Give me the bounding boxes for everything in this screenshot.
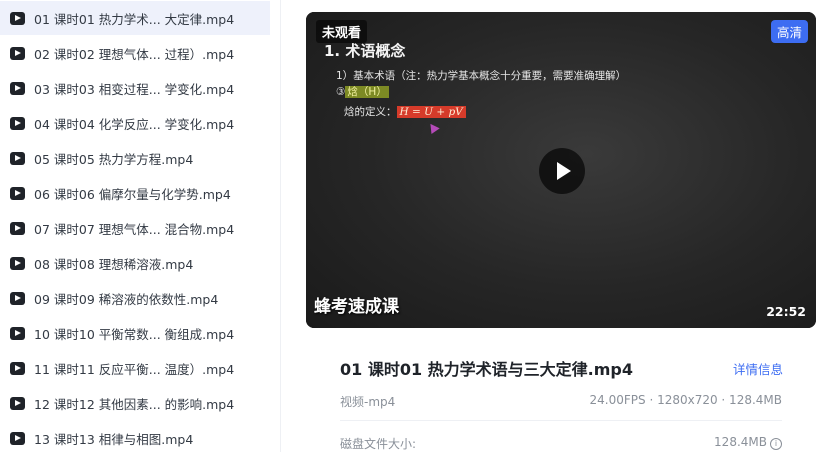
video-file-icon — [10, 221, 25, 235]
slide-item-number: ③ — [336, 86, 346, 98]
file-type: 视频-mp4 — [340, 395, 396, 409]
slide-definition-label: 焓的定义： — [344, 106, 397, 118]
details-link[interactable]: 详情信息 — [733, 359, 783, 378]
slide-formula: H = U + pV — [396, 106, 466, 118]
slide-text-item: ③ 焓（H） — [336, 84, 389, 99]
playlist-item-label: 09 课时09 稀溶液的依数性.mp4 — [34, 291, 219, 307]
playlist-sidebar: 01 课时01 热力学术... 大定律.mp4 02 课时02 理想气体... 过… — [0, 0, 281, 452]
playlist-item[interactable]: 06 课时06 偏摩尔量与化学势.mp4 — [0, 176, 270, 210]
video-file-icon — [10, 11, 25, 25]
playlist-item-label: 12 课时12 其他因素... 的影响.mp4 — [34, 396, 235, 412]
playlist-item-label: 10 课时10 平衡常数... 衡组成.mp4 — [34, 326, 235, 342]
file-meta: 24.00FPS · 1280x720 · 128.4MB — [589, 393, 782, 407]
playlist-item-label: 13 课时13 相律与相图.mp4 — [34, 431, 194, 447]
divider — [340, 420, 782, 421]
playlist-item[interactable]: 05 课时05 热力学方程.mp4 — [0, 141, 270, 175]
playlist-item-label: 11 课时11 反应平衡... 温度）.mp4 — [34, 361, 235, 377]
playlist-item[interactable]: 07 课时07 理想气体... 混合物.mp4 — [0, 211, 270, 245]
video-file-icon — [10, 256, 25, 270]
video-file-icon — [10, 46, 25, 60]
video-file-icon — [10, 396, 25, 410]
slide-text: 1）基本术语（注：热力学基本概念十分重要，需要准确理解） — [336, 70, 627, 82]
slide-highlight: 焓（H） — [345, 86, 389, 98]
video-watermark: 蜂考速成课 — [314, 297, 399, 317]
slide-definition: 焓的定义： H = U + pV — [344, 104, 466, 119]
video-file-icon — [10, 186, 25, 200]
playlist-item[interactable]: 12 课时12 其他因素... 的影响.mp4 — [0, 386, 270, 420]
video-file-icon — [10, 326, 25, 340]
disk-size-value: 128.4MB i — [714, 435, 782, 450]
playlist-item-label: 07 课时07 理想气体... 混合物.mp4 — [34, 221, 235, 237]
unwatched-badge: 未观看 — [316, 20, 368, 43]
playlist-item-label: 05 课时05 热力学方程.mp4 — [34, 151, 194, 167]
disk-size-text: 128.4MB — [714, 435, 767, 449]
video-file-icon — [10, 361, 25, 375]
video-file-icon — [10, 81, 25, 95]
playlist-item[interactable]: 10 课时10 平衡常数... 衡组成.mp4 — [0, 316, 270, 350]
playlist-item-label: 01 课时01 热力学术... 大定律.mp4 — [34, 11, 235, 27]
file-title: 01 课时01 热力学术语与三大定律.mp4 — [340, 360, 634, 379]
video-file-icon — [10, 431, 25, 445]
playlist-item-label: 03 课时03 相变过程... 学变化.mp4 — [34, 81, 235, 97]
playlist-item[interactable]: 02 课时02 理想气体... 过程）.mp4 — [0, 36, 270, 70]
playlist-item[interactable]: 04 课时04 化学反应... 学变化.mp4 — [0, 106, 270, 140]
playlist-item-label: 06 课时06 偏摩尔量与化学势.mp4 — [34, 186, 231, 202]
playlist-item[interactable]: 03 课时03 相变过程... 学变化.mp4 — [0, 71, 270, 105]
video-file-icon — [10, 116, 25, 130]
playlist-item-label: 08 课时08 理想稀溶液.mp4 — [34, 256, 194, 272]
playlist-item-label: 02 课时02 理想气体... 过程）.mp4 — [34, 46, 235, 62]
video-file-icon — [10, 151, 25, 165]
info-icon[interactable]: i — [770, 438, 782, 450]
video-file-icon — [10, 291, 25, 305]
disk-size-label: 磁盘文件大小: — [340, 437, 417, 451]
play-icon[interactable] — [539, 148, 585, 194]
playlist-item[interactable]: 13 课时13 相律与相图.mp4 — [0, 421, 270, 455]
playlist-item[interactable]: 09 课时09 稀溶液的依数性.mp4 — [0, 281, 270, 315]
video-player[interactable]: 1. 术语概念 1）基本术语（注：热力学基本概念十分重要，需要准确理解） ③ 焓（… — [306, 12, 816, 328]
playlist-item[interactable]: 11 课时11 反应平衡... 温度）.mp4 — [0, 351, 270, 385]
quality-button[interactable]: 高清 — [770, 20, 808, 43]
slide-heading: 1. 术语概念 — [324, 42, 406, 60]
playlist-item-label: 04 课时04 化学反应... 学变化.mp4 — [34, 116, 235, 132]
video-duration: 22:52 — [766, 304, 806, 319]
playlist-item[interactable]: 08 课时08 理想稀溶液.mp4 — [0, 246, 270, 280]
playlist-item[interactable]: 01 课时01 热力学术... 大定律.mp4 — [0, 1, 270, 35]
